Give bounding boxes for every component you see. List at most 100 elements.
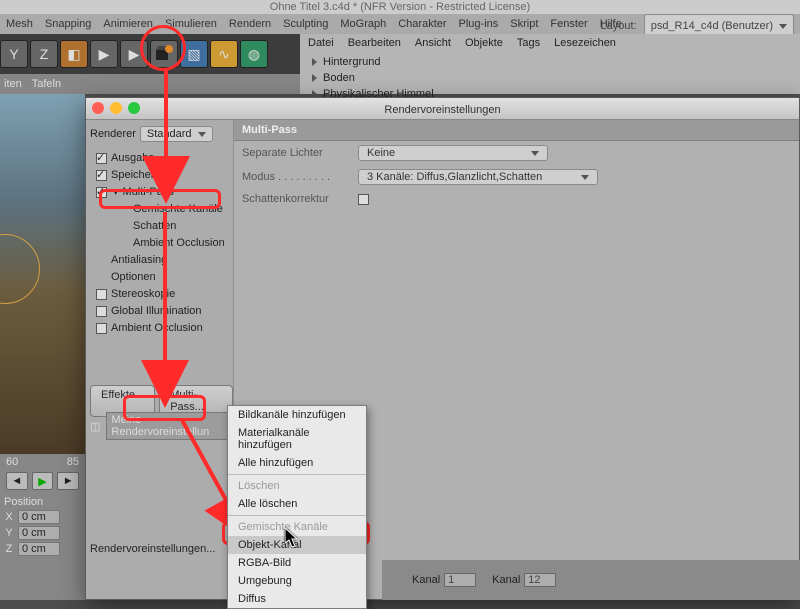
menu-plug-ins[interactable]: Plug-ins <box>459 18 499 30</box>
play-button[interactable]: ▶ <box>32 472 54 490</box>
expand-icon[interactable] <box>312 58 317 66</box>
main-toolbar: Y Z ◧ ▶ ▶ ▧ ∿ ◍ <box>0 34 300 74</box>
kanal-label-2: Kanal <box>492 574 520 586</box>
kanal-field-1[interactable]: 1 <box>444 573 476 587</box>
zoom-icon[interactable] <box>128 102 140 114</box>
next-button[interactable]: ► <box>57 472 79 490</box>
axis-z-button[interactable]: Z <box>30 40 58 68</box>
close-icon[interactable] <box>92 102 104 114</box>
tree-label: Antialiasing <box>111 252 167 269</box>
viewport[interactable] <box>0 94 85 454</box>
ctx-item[interactable]: Alle löschen <box>228 495 366 513</box>
tree-item[interactable]: Ausgabe <box>92 150 229 167</box>
expand-icon[interactable] <box>312 74 317 82</box>
tree-checkbox[interactable] <box>96 306 107 317</box>
ctx-item[interactable]: Bildkanäle hinzufügen <box>228 406 366 424</box>
menu-simulieren[interactable]: Simulieren <box>165 18 217 30</box>
tree-item[interactable]: Ambient Occlusion <box>92 235 229 252</box>
tree-label: Ambient Occlusion <box>111 320 203 337</box>
render-settings-button[interactable] <box>150 40 178 68</box>
spline-button[interactable]: ∿ <box>210 40 238 68</box>
renderer-label: Renderer <box>90 128 136 140</box>
mouse-cursor <box>285 528 299 548</box>
timeline-end: 85 <box>67 456 79 468</box>
tree-checkbox[interactable] <box>96 323 107 334</box>
cube-prim-button[interactable]: ▧ <box>180 40 208 68</box>
render-cube-button[interactable]: ◧ <box>60 40 88 68</box>
axis-x-label: X <box>4 511 14 523</box>
objmenu-tags[interactable]: Tags <box>517 37 540 49</box>
tree-checkbox[interactable] <box>96 153 107 164</box>
axis-z-label: Z <box>4 543 14 555</box>
object-row[interactable]: Boden <box>312 70 788 86</box>
tree-label: Schatten <box>133 218 176 235</box>
object-manager: Datei Bearbeiten Ansicht Objekte Tags Lesezei… <box>300 34 800 94</box>
ctx-item[interactable]: Materialkanäle hinzufügen <box>228 424 366 454</box>
settings-tree[interactable]: AusgabeSpeichern▾Multi-PassGemischte Kan… <box>92 150 229 337</box>
preset-name[interactable]: Meine Rendervoreinstellun <box>106 412 233 440</box>
tree-checkbox[interactable] <box>96 289 107 300</box>
modal-titlebar[interactable]: Rendervoreinstellungen <box>86 98 799 120</box>
tree-item[interactable]: ▾Multi-Pass <box>92 184 229 201</box>
tree-checkbox[interactable] <box>96 170 107 181</box>
tree-item[interactable]: Global Illumination <box>92 303 229 320</box>
preset-disk-icon[interactable]: ◫ <box>90 420 100 433</box>
tree-item[interactable]: Optionen <box>92 269 229 286</box>
minimize-icon[interactable] <box>110 102 122 114</box>
generator-button[interactable]: ◍ <box>240 40 268 68</box>
window-title: Ohne Titel 3.c4d * (NFR Version - Restri… <box>0 0 800 14</box>
menu-rendern[interactable]: Rendern <box>229 18 271 30</box>
pos-x-field[interactable]: 0 cm <box>18 510 60 524</box>
secbar-item[interactable]: iten <box>4 78 22 90</box>
secondary-bar: iten Tafeln <box>0 74 300 94</box>
render-settings-window: Rendervoreinstellungen Renderer Standard… <box>85 97 800 600</box>
schattenkorrektur-checkbox[interactable] <box>358 194 369 205</box>
menu-skript[interactable]: Skript <box>510 18 538 30</box>
kanal-strip: Kanal1 Kanal12 <box>382 560 800 600</box>
ctx-item[interactable]: Alle hinzufügen <box>228 454 366 472</box>
section-header: Multi-Pass <box>234 120 799 141</box>
ctx-item[interactable]: RGBA-Bild <box>228 554 366 572</box>
axis-y-button[interactable]: Y <box>0 40 28 68</box>
menu-fenster[interactable]: Fenster <box>550 18 587 30</box>
separate-lights-dropdown[interactable]: Keine <box>358 145 548 161</box>
objmenu-lesezeichen[interactable]: Lesezeichen <box>554 37 616 49</box>
tree-item[interactable]: Speichern <box>92 167 229 184</box>
renderer-dropdown[interactable]: Standard <box>140 126 213 142</box>
menu-charakter[interactable]: Charakter <box>398 18 446 30</box>
ctx-item[interactable]: Umgebung <box>228 572 366 590</box>
collapse-icon[interactable]: ▾ <box>113 184 119 201</box>
ctx-item[interactable]: Diffus <box>228 590 366 608</box>
modus-dropdown[interactable]: 3 Kanäle: Diffus,Glanzlicht,Schatten <box>358 169 598 185</box>
render-settings-link[interactable]: Rendervoreinstellungen... <box>90 543 215 555</box>
objmenu-bearbeiten[interactable]: Bearbeiten <box>348 37 401 49</box>
tree-item[interactable]: Stereoskopie <box>92 286 229 303</box>
menu-animieren[interactable]: Animieren <box>103 18 153 30</box>
clapper1-button[interactable]: ▶ <box>90 40 118 68</box>
pos-y-field[interactable]: 0 cm <box>18 526 60 540</box>
kanal-field-2[interactable]: 12 <box>524 573 556 587</box>
menu-mesh[interactable]: Mesh <box>6 18 33 30</box>
modal-title: Rendervoreinstellungen <box>384 104 500 116</box>
tree-item[interactable]: Gemischte Kanäle <box>92 201 229 218</box>
schattenkorrektur-label: Schattenkorrektur <box>242 193 352 205</box>
multipass-context-menu[interactable]: Bildkanäle hinzufügenMaterialkanäle hinz… <box>227 405 367 609</box>
pos-z-field[interactable]: 0 cm <box>18 542 60 556</box>
clapper2-button[interactable]: ▶ <box>120 40 148 68</box>
objmenu-datei[interactable]: Datei <box>308 37 334 49</box>
tree-item[interactable]: Antialiasing <box>92 252 229 269</box>
tree-item[interactable]: Schatten <box>92 218 229 235</box>
object-row[interactable]: Hintergrund <box>312 54 788 70</box>
modus-label: Modus . . . . . . . . . <box>242 171 352 183</box>
layout-label: Layout: <box>601 20 637 32</box>
menu-sculpting[interactable]: Sculpting <box>283 18 328 30</box>
menu-snapping[interactable]: Snapping <box>45 18 92 30</box>
menu-mograph[interactable]: MoGraph <box>340 18 386 30</box>
secbar-item[interactable]: Tafeln <box>32 78 61 90</box>
tree-label: Gemischte Kanäle <box>133 201 223 218</box>
objmenu-ansicht[interactable]: Ansicht <box>415 37 451 49</box>
objmenu-objekte[interactable]: Objekte <box>465 37 503 49</box>
tree-checkbox[interactable] <box>96 187 107 198</box>
tree-item[interactable]: Ambient Occlusion <box>92 320 229 337</box>
prev-button[interactable]: ◄ <box>6 472 28 490</box>
